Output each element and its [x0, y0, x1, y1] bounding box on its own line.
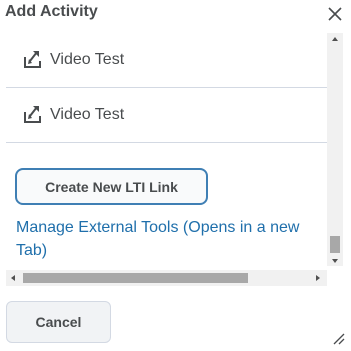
lti-link-icon — [23, 49, 45, 69]
vertical-scroll-thumb[interactable] — [330, 236, 340, 253]
list-item[interactable]: Video Test — [6, 33, 327, 88]
resize-handle-icon[interactable] — [331, 331, 345, 345]
cancel-button[interactable]: Cancel — [6, 301, 111, 343]
manage-external-tools-link[interactable]: Manage External Tools (Opens in a new Ta… — [16, 216, 316, 262]
scroll-down-icon[interactable] — [332, 259, 338, 263]
vertical-scrollbar[interactable] — [327, 33, 343, 266]
scroll-up-icon[interactable] — [332, 37, 338, 41]
add-activity-dialog: Add Activity Video Test Video Test Creat… — [0, 0, 351, 351]
horizontal-scrollbar[interactable] — [6, 270, 327, 286]
lti-link-icon — [23, 104, 45, 124]
dialog-title: Add Activity — [5, 3, 98, 20]
list-item[interactable]: Video Test — [6, 88, 327, 143]
close-icon[interactable] — [326, 5, 344, 23]
create-lti-link-button[interactable]: Create New LTI Link — [15, 168, 208, 205]
list-item-label: Video Test — [50, 106, 125, 123]
scroll-left-icon[interactable] — [11, 275, 15, 281]
list-item-label: Video Test — [50, 51, 125, 68]
scroll-right-icon[interactable] — [316, 275, 320, 281]
horizontal-scroll-thumb[interactable] — [23, 273, 248, 283]
